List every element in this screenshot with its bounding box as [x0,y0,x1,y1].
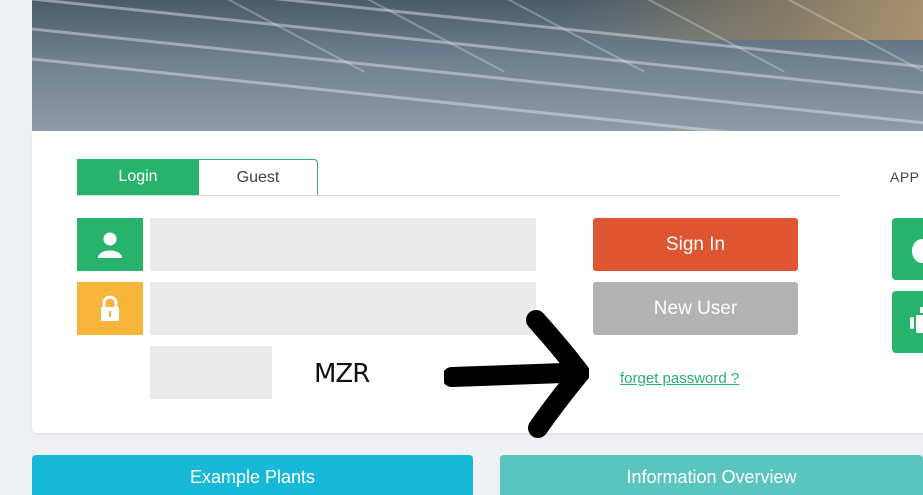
tab-login[interactable]: Login [77,159,199,195]
captcha-image[interactable]: MZR [314,359,370,389]
password-icon-box [77,282,143,335]
android-app-button[interactable] [892,291,923,353]
ios-app-button[interactable] [892,218,923,280]
app-section-label: APP [890,169,920,185]
tab-divider [77,195,840,196]
captcha-input[interactable] [150,346,272,399]
apple-icon [912,239,923,263]
example-plants-card[interactable]: Example Plants [32,455,473,495]
username-icon-box [77,218,143,271]
information-overview-card[interactable]: Information Overview [500,455,923,495]
tab-guest[interactable]: Guest [199,159,318,195]
arrow-annotation-icon [444,310,589,438]
username-input[interactable] [150,218,536,271]
new-user-button[interactable]: New User [593,282,798,335]
sign-in-button[interactable]: Sign In [593,218,798,271]
lock-icon [101,295,119,321]
user-icon [98,232,122,258]
login-tabs: Login Guest [77,159,318,195]
forget-password-link[interactable]: forget password ? [620,370,739,387]
android-icon [910,307,923,333]
solar-panel-banner [32,0,923,131]
